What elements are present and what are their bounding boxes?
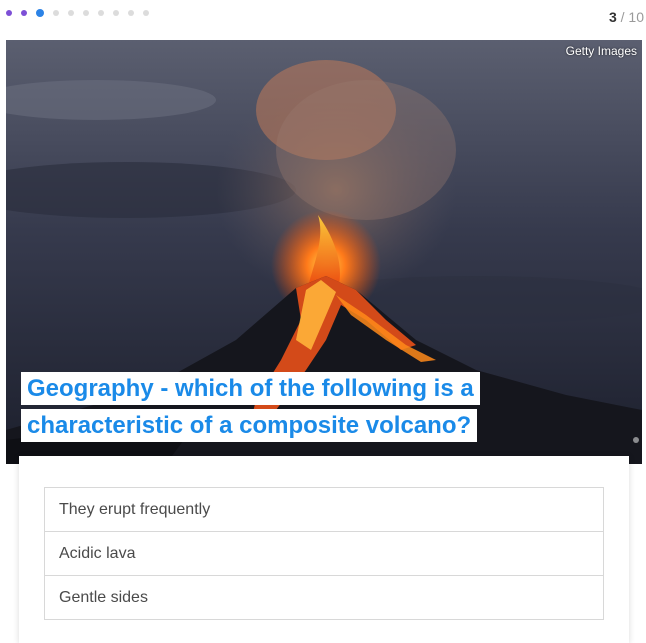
progress-dot (6, 10, 12, 16)
progress-dot (21, 10, 27, 16)
answers-card: They erupt frequently Acidic lava Gentle… (19, 456, 629, 643)
progress-dot (53, 10, 59, 16)
answer-option[interactable]: Gentle sides (44, 575, 604, 620)
progress-dots (6, 9, 149, 17)
current-question-number: 3 (608, 9, 617, 25)
answer-option[interactable]: They erupt frequently (44, 487, 604, 532)
progress-dot (128, 10, 134, 16)
quiz-progress-bar: 3 / 10 (0, 0, 646, 32)
counter-separator: / (620, 9, 625, 25)
image-credit: Getty Images (565, 44, 637, 58)
progress-dot (98, 10, 104, 16)
progress-dot (68, 10, 74, 16)
answer-option[interactable]: Acidic lava (44, 531, 604, 576)
question-text: Geography - which of the following is a … (21, 370, 626, 444)
answer-option-label: They erupt frequently (59, 500, 211, 518)
answer-option-label: Gentle sides (59, 588, 148, 606)
progress-dot (83, 10, 89, 16)
answer-list: They erupt frequently Acidic lava Gentle… (44, 487, 604, 620)
progress-dot-current (36, 9, 44, 17)
progress-dot (143, 10, 149, 16)
answer-option-label: Acidic lava (59, 544, 136, 562)
question-text-label: Geography - which of the following is a … (21, 372, 480, 442)
progress-dot (113, 10, 119, 16)
question-image: Getty Images Geography - which of the fo… (6, 40, 642, 464)
total-questions: 10 (628, 9, 644, 25)
question-counter: 3 / 10 (609, 9, 644, 25)
